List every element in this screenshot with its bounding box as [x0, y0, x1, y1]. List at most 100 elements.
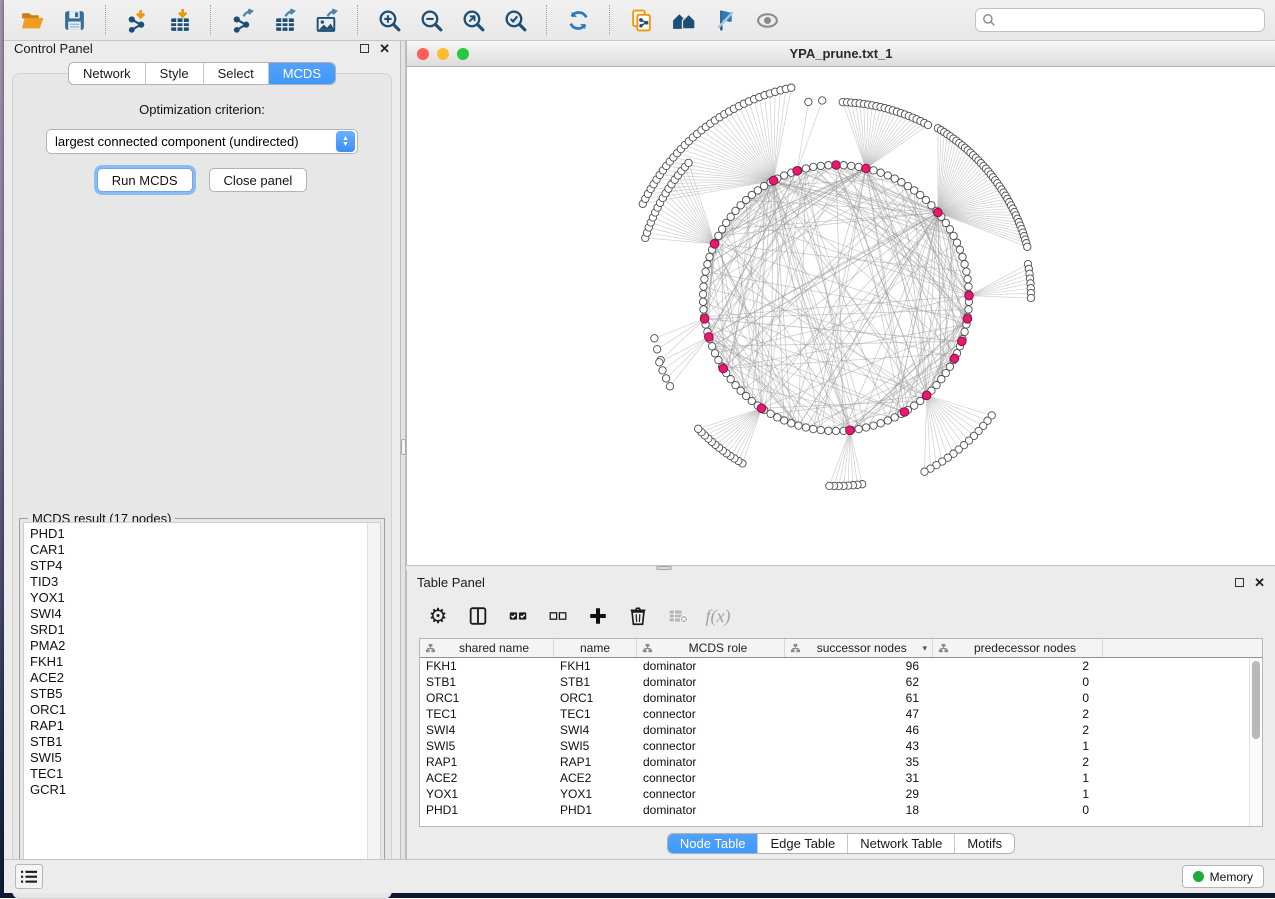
result-node-item[interactable]: SRD1: [30, 622, 380, 638]
result-node-item[interactable]: SWI4: [30, 606, 380, 622]
result-node-item[interactable]: STB5: [30, 686, 380, 702]
network-node[interactable]: [781, 417, 788, 424]
network-leaf-node[interactable]: [805, 98, 812, 105]
tab-node-table[interactable]: Node Table: [668, 834, 758, 853]
network-leaf-node[interactable]: [666, 383, 673, 390]
result-node-item[interactable]: SWI5: [30, 750, 380, 766]
network-node[interactable]: [825, 427, 832, 434]
selected-mcds-node[interactable]: [958, 337, 967, 346]
selected-mcds-node[interactable]: [710, 240, 719, 249]
deselect-all-button[interactable]: [543, 601, 573, 631]
result-node-item[interactable]: PMA2: [30, 638, 380, 654]
node-table[interactable]: shared namenameMCDS rolesuccessor nodes▾…: [419, 638, 1263, 827]
splitter-grip[interactable]: [656, 566, 672, 570]
network-node[interactable]: [848, 162, 855, 169]
float-window-icon[interactable]: [1235, 578, 1244, 587]
result-node-item[interactable]: YOX1: [30, 590, 380, 606]
tab-network[interactable]: Network: [69, 63, 145, 84]
close-panel-button[interactable]: Close panel: [209, 168, 308, 192]
selected-mcds-node[interactable]: [846, 426, 855, 435]
network-leaf-node[interactable]: [1027, 294, 1034, 301]
network-node[interactable]: [825, 162, 832, 169]
import-network-button[interactable]: [119, 4, 155, 36]
memory-button[interactable]: Memory: [1182, 865, 1264, 888]
refresh-view-button[interactable]: [560, 4, 596, 36]
tab-motifs[interactable]: Motifs: [954, 834, 1014, 853]
table-settings-button[interactable]: ⚙: [423, 601, 453, 631]
network-node[interactable]: [810, 425, 817, 432]
export-network-button[interactable]: [224, 4, 260, 36]
column-header-MCDS-role[interactable]: MCDS role: [637, 639, 785, 657]
network-node[interactable]: [715, 356, 722, 363]
network-node[interactable]: [884, 172, 891, 179]
network-node[interactable]: [774, 414, 781, 421]
result-node-item[interactable]: CAR1: [30, 542, 380, 558]
table-row[interactable]: PHD1PHD1dominator180: [420, 802, 1262, 818]
network-node[interactable]: [959, 253, 966, 260]
open-file-button[interactable]: [14, 4, 50, 36]
network-node[interactable]: [870, 422, 877, 429]
network-leaf-node[interactable]: [1024, 243, 1031, 250]
selected-mcds-node[interactable]: [832, 161, 841, 170]
float-window-icon[interactable]: [360, 44, 369, 53]
network-node[interactable]: [700, 306, 707, 313]
selected-mcds-node[interactable]: [769, 176, 778, 185]
tab-select[interactable]: Select: [203, 63, 268, 84]
table-row[interactable]: SWI4SWI4dominator462: [420, 722, 1262, 738]
show-columns-button[interactable]: [463, 601, 493, 631]
network-node[interactable]: [950, 232, 957, 239]
network-node[interactable]: [832, 427, 839, 434]
network-node[interactable]: [817, 426, 824, 433]
network-node[interactable]: [788, 420, 795, 427]
network-leaf-node[interactable]: [695, 425, 702, 432]
network-node[interactable]: [891, 175, 898, 182]
network-leaf-node[interactable]: [654, 346, 661, 353]
network-leaf-node[interactable]: [685, 159, 692, 166]
network-node[interactable]: [802, 424, 809, 431]
result-node-item[interactable]: ACE2: [30, 670, 380, 686]
network-node[interactable]: [964, 275, 971, 282]
result-node-item[interactable]: FKH1: [30, 654, 380, 670]
selected-mcds-node[interactable]: [934, 208, 943, 217]
delete-column-button[interactable]: [623, 601, 653, 631]
network-node[interactable]: [711, 350, 718, 357]
selected-mcds-node[interactable]: [965, 291, 974, 300]
network-node[interactable]: [810, 163, 817, 170]
result-node-item[interactable]: PHD1: [30, 526, 380, 542]
mcds-result-list[interactable]: PHD1CAR1STP4TID3YOX1SWI4SRD1PMA2FKH1ACE2…: [23, 522, 381, 886]
network-node[interactable]: [877, 169, 884, 176]
network-node[interactable]: [699, 291, 706, 298]
network-leaf-node[interactable]: [921, 468, 928, 475]
horizontal-splitter[interactable]: [406, 565, 1275, 570]
network-graph[interactable]: [407, 67, 1274, 563]
table-scrollbar[interactable]: [1249, 658, 1262, 826]
table-row[interactable]: TEC1TEC1connector472: [420, 706, 1262, 722]
selected-mcds-node[interactable]: [705, 333, 714, 342]
network-leaf-node[interactable]: [656, 359, 663, 366]
table-row[interactable]: ACE2ACE2connector311: [420, 770, 1262, 786]
result-node-item[interactable]: STP4: [30, 558, 380, 574]
network-node[interactable]: [963, 268, 970, 275]
selected-mcds-node[interactable]: [700, 315, 709, 324]
hide-details-button[interactable]: [707, 4, 743, 36]
table-row[interactable]: SWI5SWI5connector431: [420, 738, 1262, 754]
result-node-item[interactable]: TEC1: [30, 766, 380, 782]
result-node-item[interactable]: TID3: [30, 574, 380, 590]
create-column-button[interactable]: [583, 601, 613, 631]
network-node[interactable]: [965, 306, 972, 313]
export-table-button[interactable]: [266, 4, 302, 36]
table-row[interactable]: STB1STB1dominator620: [420, 674, 1262, 690]
close-panel-icon[interactable]: ✕: [379, 44, 390, 53]
network-node[interactable]: [700, 283, 707, 290]
network-leaf-node[interactable]: [826, 482, 833, 489]
search-box[interactable]: [975, 8, 1265, 32]
selected-mcds-node[interactable]: [950, 354, 959, 363]
result-node-item[interactable]: RAP1: [30, 718, 380, 734]
result-node-item[interactable]: ORC1: [30, 702, 380, 718]
save-session-button[interactable]: [56, 4, 92, 36]
network-leaf-node[interactable]: [651, 335, 658, 342]
table-row[interactable]: RAP1RAP1dominator352: [420, 754, 1262, 770]
network-node[interactable]: [891, 414, 898, 421]
selected-mcds-node[interactable]: [862, 164, 871, 173]
network-node[interactable]: [699, 298, 706, 305]
